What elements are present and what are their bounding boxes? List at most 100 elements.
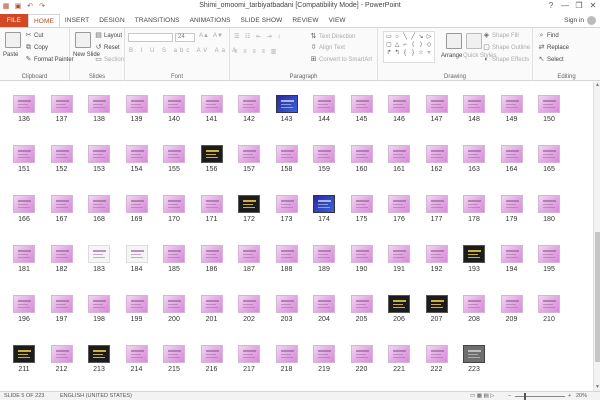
scrollbar-thumb[interactable] (595, 232, 600, 362)
slide-thumbnail-145[interactable] (350, 95, 373, 113)
slide-thumbnail-215[interactable] (163, 345, 185, 363)
slide-thumbnail-161[interactable] (388, 145, 410, 163)
close-button[interactable]: ✕ (586, 0, 600, 12)
tab-home[interactable]: HOME (28, 14, 60, 27)
slide-thumbnail-218[interactable] (275, 345, 298, 363)
slide-thumbnail-185[interactable] (163, 245, 185, 263)
zoom-out-icon[interactable]: − (508, 393, 511, 399)
tab-animations[interactable]: ANIMATIONS (185, 14, 236, 27)
layout-button[interactable]: ▤ Layout (95, 32, 122, 39)
slide-thumbnail-170[interactable] (163, 195, 185, 213)
slide-thumbnail-209[interactable] (500, 295, 523, 313)
slide-thumbnail-211[interactable] (13, 345, 35, 363)
slide-thumbnail-171[interactable] (200, 195, 223, 213)
shapes-gallery[interactable]: ▭ ○ ╲ ╱ ↘ ▷ ▢ △ ⌐ ⟨ ⟩ ◇ ↱ ↰{} ☆ ▿ (383, 31, 435, 63)
slide-thumbnail-159[interactable] (313, 145, 335, 163)
slide-thumbnail-205[interactable] (350, 295, 373, 313)
language-indicator[interactable]: ENGLISH (UNITED STATES) (60, 393, 132, 399)
tab-view[interactable]: VIEW (324, 14, 351, 27)
format-painter-button[interactable]: ✎ Format Painter (25, 56, 74, 63)
slide-thumbnail-216[interactable] (200, 345, 223, 363)
slide-thumbnail-142[interactable] (238, 95, 260, 113)
slide-thumbnail-177[interactable] (425, 195, 448, 213)
grow-font-icon[interactable]: A▲ (199, 33, 209, 39)
zoom-slider[interactable] (515, 396, 565, 397)
slide-thumbnail-203[interactable] (275, 295, 298, 313)
shrink-font-icon[interactable]: A▼ (213, 33, 223, 39)
copy-button[interactable]: ⧉ Copy (25, 44, 48, 51)
slide-thumbnail-141[interactable] (200, 95, 223, 113)
sign-in[interactable]: Sign in (564, 16, 596, 25)
arrange-icon[interactable] (446, 33, 462, 49)
zoom-slider-knob[interactable] (524, 393, 526, 400)
slide-thumbnail-174[interactable] (313, 195, 335, 213)
shape-effects-button[interactable]: ◐ Shape Effects (483, 56, 529, 63)
slide-thumbnail-220[interactable] (350, 345, 373, 363)
paste-button[interactable]: Paste (3, 52, 18, 58)
tab-slide-show[interactable]: SLIDE SHOW (236, 14, 288, 27)
slide-thumbnail-202[interactable] (238, 295, 260, 313)
align-buttons[interactable]: ≡ ≡ ≡ ≡ ▥ (234, 48, 278, 55)
slide-thumbnail-182[interactable] (50, 245, 73, 263)
slide-thumbnail-196[interactable] (13, 295, 35, 313)
slide-thumbnail-172[interactable] (238, 195, 260, 213)
slide-thumbnail-137[interactable] (50, 95, 73, 113)
new-slide-icon[interactable] (75, 32, 91, 48)
replace-button[interactable]: ⇄ Replace (538, 44, 569, 51)
slide-thumbnail-156[interactable] (200, 145, 223, 163)
slide-thumbnail-219[interactable] (313, 345, 335, 363)
slide-thumbnail-208[interactable] (463, 295, 485, 313)
paste-icon[interactable] (5, 32, 21, 48)
help-button[interactable]: ? (544, 0, 558, 12)
tab-review[interactable]: REVIEW (287, 14, 323, 27)
slide-thumbnail-140[interactable] (163, 95, 185, 113)
select-button[interactable]: ↖ Select (538, 56, 564, 63)
slide-thumbnail-181[interactable] (13, 245, 35, 263)
slide-thumbnail-210[interactable] (538, 295, 560, 313)
slide-thumbnail-179[interactable] (500, 195, 523, 213)
font-format-buttons[interactable]: B I U S abc AV Aa A (129, 48, 239, 54)
slide-thumbnail-214[interactable] (125, 345, 148, 363)
slide-thumbnail-192[interactable] (425, 245, 448, 263)
tab-transitions[interactable]: TRANSITIONS (130, 14, 185, 27)
align-text-button[interactable]: ⇳ Align Text (310, 44, 345, 51)
slide-thumbnail-204[interactable] (313, 295, 335, 313)
cut-button[interactable]: ✂ Cut (25, 32, 44, 39)
slide-thumbnail-200[interactable] (163, 295, 185, 313)
slide-thumbnail-138[interactable] (88, 95, 110, 113)
shape-outline-button[interactable]: ▢ Shape Outline (483, 44, 530, 51)
slide-thumbnail-189[interactable] (313, 245, 335, 263)
slide-thumbnail-146[interactable] (388, 95, 410, 113)
slide-thumbnail-166[interactable] (13, 195, 35, 213)
slide-thumbnail-217[interactable] (238, 345, 260, 363)
slide-thumbnail-151[interactable] (13, 145, 35, 163)
slide-thumbnail-175[interactable] (350, 195, 373, 213)
slide-thumbnail-190[interactable] (350, 245, 373, 263)
slide-thumbnail-186[interactable] (200, 245, 223, 263)
reset-button[interactable]: ↺ Reset (95, 44, 120, 51)
zoom-in-icon[interactable]: + (568, 393, 571, 399)
slide-thumbnail-193[interactable] (463, 245, 485, 263)
slide-thumbnail-162[interactable] (425, 145, 448, 163)
slide-thumbnail-184[interactable] (125, 245, 148, 263)
list-buttons[interactable]: ☰ ☷ ⇤ ⇥ ↕ (234, 33, 282, 40)
arrange-button[interactable]: Arrange (441, 53, 462, 59)
shape-fill-button[interactable]: ◈ Shape Fill (483, 32, 519, 39)
tab-file[interactable]: FILE (0, 14, 28, 27)
slide-thumbnail-176[interactable] (388, 195, 410, 213)
slide-thumbnail-136[interactable] (13, 95, 35, 113)
slide-thumbnail-139[interactable] (125, 95, 148, 113)
slide-thumbnail-178[interactable] (463, 195, 485, 213)
slide-thumbnail-199[interactable] (125, 295, 148, 313)
vertical-scrollbar[interactable]: ▲ ▼ (593, 82, 600, 391)
slide-thumbnail-148[interactable] (463, 95, 485, 113)
slide-thumbnail-149[interactable] (500, 95, 523, 113)
text-direction-button[interactable]: ⇅ Text Direction (310, 33, 356, 40)
slide-thumbnail-201[interactable] (200, 295, 223, 313)
slide-thumbnail-143[interactable] (275, 95, 298, 113)
slide-thumbnail-160[interactable] (350, 145, 373, 163)
slide-thumbnail-147[interactable] (425, 95, 448, 113)
view-buttons[interactable]: ▭ ▦ ▤ ▷ (470, 393, 494, 399)
slide-thumbnail-153[interactable] (88, 145, 110, 163)
slide-thumbnail-167[interactable] (50, 195, 73, 213)
